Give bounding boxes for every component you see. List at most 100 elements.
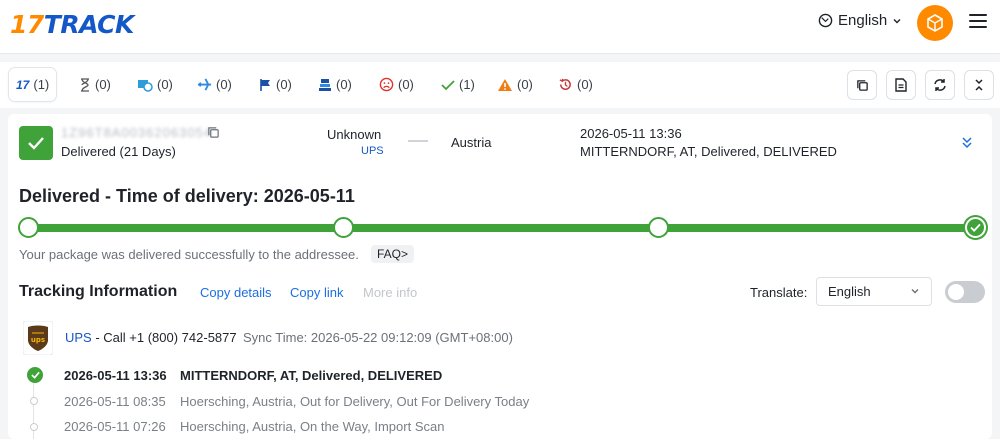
sync-time: Sync Time: 2026-05-22 09:12:09 (GMT+08:0… — [243, 330, 513, 345]
check-icon — [28, 137, 44, 150]
carrier-short-name[interactable]: UPS — [361, 145, 384, 157]
tab-info-received[interactable]: (0) — [130, 68, 180, 101]
tab-all[interactable]: 17 (1) — [9, 68, 57, 101]
origin-country: Unknown — [327, 127, 382, 142]
tab-undelivered[interactable]: (0) — [311, 68, 359, 101]
export-button[interactable] — [886, 70, 916, 100]
event-desc: Hoersching, Austria, Out for Delivery, O… — [180, 394, 530, 409]
globe-icon — [818, 13, 833, 28]
progress-step-2 — [333, 217, 354, 238]
document-icon — [895, 78, 907, 92]
check-icon — [970, 223, 981, 232]
carrier-phone: - Call +1 (800) 742-5877 — [91, 330, 237, 345]
copy-tracking-number-icon[interactable] — [207, 126, 220, 139]
carrier-line: UPS - Call +1 (800) 742-5877 — [65, 330, 237, 345]
history-icon — [559, 78, 571, 90]
event-time: 2026-05-11 07:26 — [64, 419, 166, 434]
package-stack-icon — [319, 78, 331, 91]
progress-step-1 — [18, 217, 39, 238]
copy-link-link[interactable]: Copy link — [290, 285, 343, 300]
language-selector[interactable]: English — [818, 12, 902, 29]
tracking-info-title: Tracking Information — [19, 283, 178, 300]
logo-word: TRACK — [43, 9, 135, 39]
event-dot — [30, 423, 38, 431]
airplane-icon — [197, 78, 212, 91]
chevron-down-icon — [911, 289, 919, 294]
destination-country: Austria — [451, 135, 492, 150]
delivered-status-badge — [19, 126, 53, 160]
event-delivered-dot — [27, 367, 43, 383]
sad-face-icon — [379, 77, 394, 92]
latest-event-desc: MITTERNDORF, AT, Delivered, DELIVERED — [580, 144, 837, 159]
translate-language-value: English — [828, 284, 871, 299]
check-icon — [441, 79, 455, 90]
package-search-icon — [927, 14, 943, 32]
faq-button[interactable]: FAQ> — [371, 245, 415, 263]
delivery-progress-bar — [28, 224, 975, 232]
tab-count: (0) — [95, 77, 111, 92]
tab-count: (0) — [398, 77, 414, 92]
chevron-double-down-icon[interactable] — [961, 135, 973, 149]
refresh-icon — [934, 79, 946, 91]
svg-text:ups: ups — [31, 336, 45, 344]
collapse-icon — [975, 79, 983, 91]
refresh-button[interactable] — [925, 70, 955, 100]
user-avatar[interactable] — [917, 5, 953, 41]
tab-count: (0) — [577, 77, 593, 92]
progress-step-3 — [648, 217, 669, 238]
more-info-link[interactable]: More info — [363, 285, 417, 300]
shipment-card: 1Z96T8A00362063054 Delivered (21 Days) U… — [8, 114, 992, 439]
event-row: 2026-05-11 07:26 Hoersching, Austria, On… — [64, 419, 444, 434]
chevron-down-icon — [893, 18, 901, 23]
event-time: 2026-05-11 08:35 — [64, 394, 166, 409]
17track-logo[interactable]: 17 TRACK — [10, 9, 134, 39]
delivery-headline: Delivered - Time of delivery: 2026-05-11 — [19, 186, 355, 206]
status-days: Delivered (21 Days) — [61, 144, 176, 159]
event-row: 2026-05-11 13:36 MITTERNDORF, AT, Delive… — [64, 368, 442, 383]
status-filter-bar: 17 (1) (0) (0) (0) (0) (0) (0) (1) (0) (… — [0, 62, 1000, 108]
translate-language-select[interactable]: English — [816, 277, 932, 306]
tab-pick-up[interactable]: (0) — [252, 68, 299, 101]
warning-icon — [498, 78, 512, 91]
tab-count: (0) — [336, 77, 352, 92]
delivery-note: Your package was delivered successfully … — [19, 247, 359, 262]
collapse-all-button[interactable] — [964, 70, 994, 100]
tab-alert[interactable]: (0) — [372, 68, 421, 101]
ups-logo-icon: ups — [23, 321, 53, 355]
tab-history[interactable]: (0) — [551, 68, 600, 101]
event-desc: Hoersching, Austria, On the Way, Import … — [180, 419, 445, 434]
tab-expired[interactable]: (0) — [490, 68, 540, 101]
translate-label: Translate: — [750, 285, 808, 300]
progress-step-delivered — [965, 217, 986, 238]
tab-count: (1) — [33, 77, 50, 92]
check-icon — [30, 371, 40, 379]
route-arrow — [408, 140, 428, 142]
tab-in-transit[interactable]: (0) — [190, 68, 239, 101]
hourglass-icon — [81, 77, 89, 92]
tracking-number[interactable]: 1Z96T8A00362063054 — [61, 125, 212, 140]
carrier-name[interactable]: UPS — [65, 330, 92, 345]
top-header: 17 TRACK English — [0, 0, 1000, 54]
event-desc: MITTERNDORF, AT, Delivered, DELIVERED — [180, 368, 443, 383]
copy-all-button[interactable] — [847, 70, 877, 100]
tab-count: (0) — [517, 77, 533, 92]
17track-icon: 17 — [16, 77, 30, 92]
hamburger-menu-icon[interactable] — [969, 14, 987, 28]
tab-count: (0) — [276, 77, 292, 92]
copy-icon — [856, 79, 868, 91]
logo-number: 17 — [10, 9, 44, 39]
truck-clock-icon — [138, 79, 153, 92]
event-dot — [30, 397, 38, 405]
tab-delivered[interactable]: (1) — [434, 68, 482, 101]
copy-details-link[interactable]: Copy details — [200, 285, 272, 300]
translate-toggle[interactable] — [945, 281, 985, 303]
tab-count: (0) — [216, 77, 232, 92]
tab-count: (0) — [157, 77, 173, 92]
flag-icon — [260, 78, 270, 91]
latest-event-time: 2026-05-11 13:36 — [580, 126, 682, 141]
tab-not-found[interactable]: (0) — [72, 68, 118, 101]
event-time: 2026-05-11 13:36 — [64, 368, 167, 383]
tab-count: (1) — [459, 77, 475, 92]
event-row: 2026-05-11 08:35 Hoersching, Austria, Ou… — [64, 394, 529, 409]
language-label: English — [838, 12, 888, 29]
